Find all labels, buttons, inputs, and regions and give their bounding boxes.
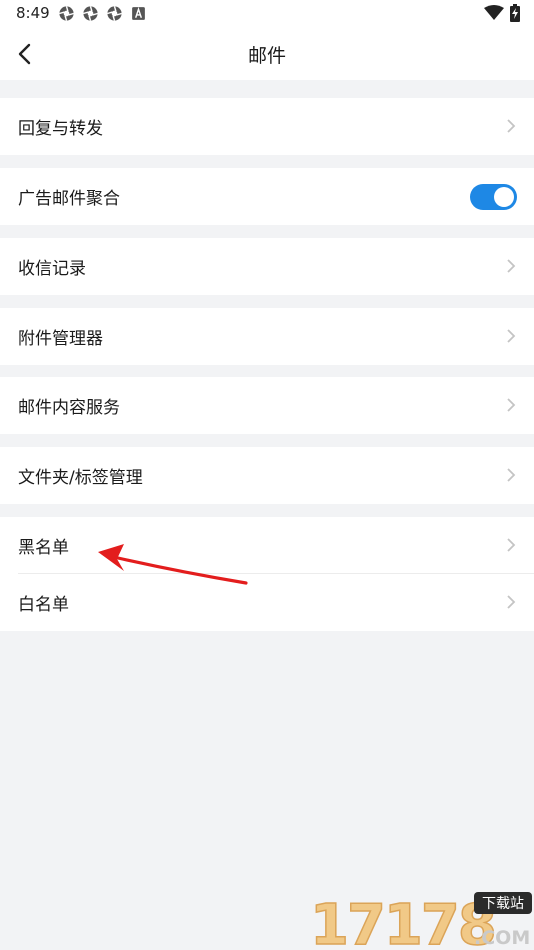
row-label: 附件管理器 (18, 329, 103, 349)
aperture-icon (59, 6, 74, 21)
chevron-right-icon (507, 259, 516, 273)
row-label: 收信记录 (18, 259, 86, 279)
title-bar: 邮件 (0, 28, 534, 80)
settings-group: 回复与转发 (0, 98, 534, 155)
status-bar: 8:49 (0, 0, 534, 28)
settings-group: 文件夹/标签管理 (0, 447, 534, 504)
settings-row-attachment-manager[interactable]: 附件管理器 (0, 308, 534, 365)
page-title: 邮件 (247, 45, 286, 67)
toggle-knob (494, 187, 514, 207)
site-watermark-logo: 17178 下载站 .COM (309, 892, 532, 950)
svg-text:17178: 17178 (310, 893, 495, 950)
svg-text:.COM: .COM (474, 927, 530, 949)
row-label: 邮件内容服务 (18, 398, 120, 418)
row-label: 广告邮件聚合 (18, 189, 120, 209)
settings-row-mail-content-service[interactable]: 邮件内容服务 (0, 377, 534, 434)
aperture-icon (107, 6, 122, 21)
ad-aggregation-toggle[interactable] (470, 184, 517, 210)
row-label: 白名单 (18, 595, 69, 615)
text-a-icon (132, 7, 145, 20)
settings-row-whitelist[interactable]: 白名单 (0, 574, 534, 631)
settings-group: 附件管理器 (0, 308, 534, 365)
system-icons (484, 4, 520, 22)
settings-group: 黑名单 白名单 (0, 517, 534, 631)
chevron-right-icon (507, 119, 516, 133)
row-label: 回复与转发 (18, 119, 103, 139)
chevron-right-icon (507, 538, 516, 552)
chevron-right-icon (507, 398, 516, 412)
chevron-right-icon (507, 468, 516, 482)
row-label: 文件夹/标签管理 (18, 468, 143, 488)
settings-row-receive-log[interactable]: 收信记录 (0, 238, 534, 295)
aperture-icon (83, 6, 98, 21)
row-label: 黑名单 (18, 538, 69, 558)
settings-row-folder-label-management[interactable]: 文件夹/标签管理 (0, 447, 534, 504)
chevron-right-icon (507, 595, 516, 609)
settings-row-blacklist[interactable]: 黑名单 (0, 517, 534, 574)
wifi-icon (484, 5, 504, 20)
settings-group: 邮件内容服务 (0, 377, 534, 434)
settings-group: 收信记录 (0, 238, 534, 295)
settings-row-reply-forward[interactable]: 回复与转发 (0, 98, 534, 155)
battery-charging-icon (510, 4, 520, 22)
chevron-right-icon (507, 329, 516, 343)
settings-group: 广告邮件聚合 (0, 168, 534, 225)
notification-icons (58, 5, 147, 22)
settings-row-ad-aggregation: 广告邮件聚合 (0, 168, 534, 225)
status-time: 8:49 (16, 4, 50, 22)
svg-text:下载站: 下载站 (482, 896, 524, 912)
